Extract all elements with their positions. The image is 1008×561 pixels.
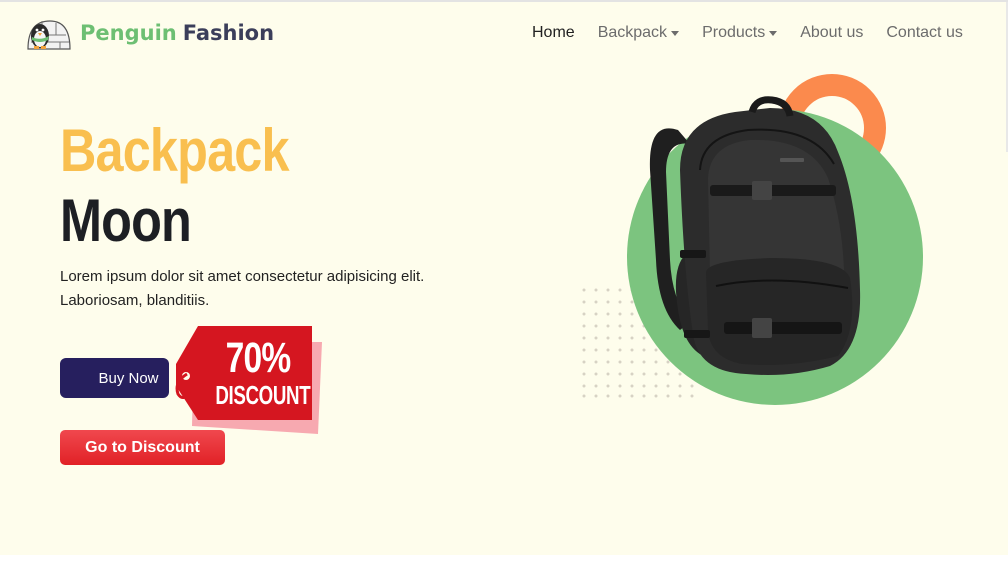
hero-description: Lorem ipsum dolor sit amet consectetur a… xyxy=(60,268,425,309)
caret-down-icon xyxy=(671,30,680,36)
penguin-igloo-icon xyxy=(27,20,71,50)
nav-item-label: Contact us xyxy=(886,24,963,41)
brand-name-part2: Fashion xyxy=(182,21,275,45)
go-to-discount-label: Go to Discount xyxy=(85,438,200,456)
nav-item-products[interactable]: Products xyxy=(702,24,778,42)
discount-tag-percent: 70% xyxy=(225,334,292,382)
hero-title-line1: Backpack xyxy=(60,117,289,184)
section-divider xyxy=(0,555,1008,561)
nav-item-backpack[interactable]: Backpack xyxy=(597,24,680,42)
discount-tag-word: DISCOUNT xyxy=(215,380,311,410)
brand-name: Penguin Fashion xyxy=(80,21,274,45)
buy-now-label: Buy Now xyxy=(98,369,159,387)
nav-item-contact[interactable]: Contact us xyxy=(886,24,962,42)
caret-down-icon xyxy=(769,30,778,36)
buy-now-button[interactable]: Buy Now xyxy=(60,358,169,398)
hero-product-art xyxy=(582,74,923,405)
nav-item-label: Home xyxy=(532,24,575,41)
hero-title-line2: Moon xyxy=(60,187,192,254)
nav-item-about[interactable]: About us xyxy=(800,24,863,42)
brand-name-part1: Penguin xyxy=(80,21,177,45)
go-to-discount-button[interactable]: Go to Discount xyxy=(60,430,225,465)
nav-item-label: Backpack xyxy=(597,24,668,41)
brand-logo[interactable]: Penguin Fashion xyxy=(24,15,274,51)
top-border xyxy=(0,0,1008,2)
nav-item-home[interactable]: Home xyxy=(532,24,575,42)
main-nav: Home Backpack Products About us Contact … xyxy=(532,24,986,42)
nav-item-label: About us xyxy=(800,24,864,41)
nav-item-label: Products xyxy=(702,24,766,41)
